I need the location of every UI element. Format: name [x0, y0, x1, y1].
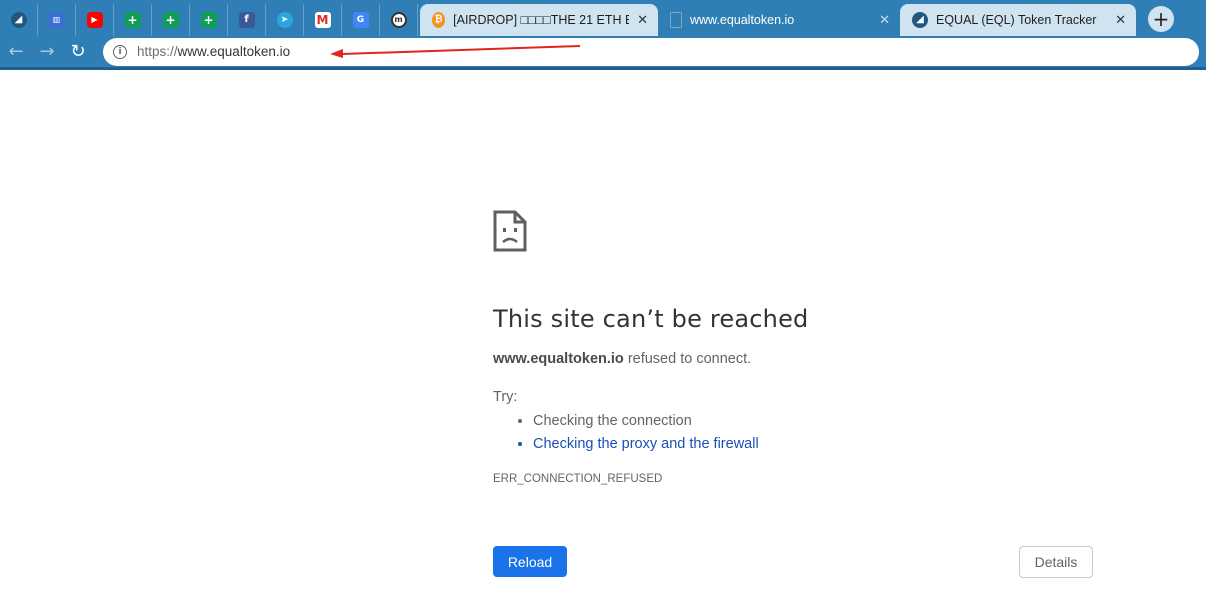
tab-title: [AIRDROP] □□□□THE 21 ETH EQUAL: [453, 13, 629, 27]
try-label: Try:: [493, 389, 518, 405]
details-button[interactable]: Details: [1019, 546, 1093, 578]
google-translate-icon: G: [352, 12, 369, 28]
pinned-tab-ethplorer[interactable]: ◢: [0, 4, 38, 36]
suggestion-list: Checking the connection Checking the pro…: [493, 413, 1093, 452]
error-code: ERR_CONNECTION_REFUSED: [493, 473, 663, 485]
pinned-tab-facebook[interactable]: f: [228, 4, 266, 36]
pinned-tab-sheets-2[interactable]: +: [152, 4, 190, 36]
close-icon[interactable]: ✕: [1115, 13, 1126, 28]
browser-toolbar: ← → ↻ i https://www.equaltoken.io: [0, 36, 1206, 70]
google-sheets-icon: +: [162, 12, 179, 28]
pinned-tab-youtube[interactable]: ▶: [76, 4, 114, 36]
url-host: www.equaltoken.io: [177, 44, 291, 59]
close-icon[interactable]: ✕: [637, 13, 648, 28]
google-sheets-icon: +: [200, 12, 217, 28]
ethplorer-icon: ◢: [10, 12, 27, 28]
address-bar[interactable]: i https://www.equaltoken.io: [103, 37, 1199, 66]
annotation-arrow: [330, 44, 581, 58]
pinned-tab-coinmarketcap[interactable]: m: [380, 4, 418, 36]
pinned-tab-app[interactable]: ▥: [38, 4, 76, 36]
youtube-icon: ▶: [86, 12, 103, 28]
tab-equaltoken[interactable]: www.equaltoken.io ✕: [658, 4, 900, 36]
telegram-icon: ➤: [276, 12, 293, 28]
tab-title: EQUAL (EQL) Token Tracker: [936, 13, 1097, 27]
close-icon[interactable]: ✕: [879, 13, 890, 28]
suggestion-proxy-link[interactable]: Checking the proxy and the firewall: [533, 436, 1093, 452]
page-icon: [670, 12, 682, 28]
forward-button[interactable]: →: [32, 37, 62, 67]
ethplorer-icon: ◢: [912, 12, 928, 28]
error-host: www.equaltoken.io: [493, 351, 624, 367]
reload-button[interactable]: Reload: [493, 546, 567, 577]
app-grid-icon: ▥: [48, 12, 65, 28]
bitcoin-icon: ₿: [432, 12, 446, 28]
tab-title: www.equaltoken.io: [690, 13, 795, 27]
url-text: https://www.equaltoken.io: [137, 44, 290, 59]
tab-strip: ◢ ▥ ▶ + + + f ➤ M G m ₿ [AIRDROP] □□□□TH…: [0, 0, 1206, 36]
tab-token-tracker[interactable]: ◢ EQUAL (EQL) Token Tracker ✕: [900, 4, 1136, 36]
coinmarketcap-icon: m: [390, 12, 407, 28]
error-summary: www.equaltoken.io refused to connect.: [493, 351, 1093, 367]
error-message: refused to connect.: [623, 351, 752, 367]
back-button[interactable]: ←: [1, 37, 31, 67]
tab-airdrop[interactable]: ₿ [AIRDROP] □□□□THE 21 ETH EQUAL ✕: [420, 4, 658, 36]
pinned-tab-sheets-3[interactable]: +: [190, 4, 228, 36]
pinned-tab-translate[interactable]: G: [342, 4, 380, 36]
pinned-tab-sheets-1[interactable]: +: [114, 4, 152, 36]
gmail-icon: M: [314, 12, 331, 28]
google-sheets-icon: +: [124, 12, 141, 28]
url-scheme: https://: [137, 44, 178, 59]
suggestion-connection: Checking the connection: [533, 413, 1093, 429]
new-tab-button[interactable]: +: [1148, 6, 1174, 32]
error-content: This site can’t be reached www.equaltoke…: [493, 210, 1093, 485]
pinned-tab-telegram[interactable]: ➤: [266, 4, 304, 36]
info-icon[interactable]: i: [113, 44, 127, 59]
facebook-icon: f: [238, 12, 255, 28]
pinned-tab-gmail[interactable]: M: [304, 4, 342, 36]
reload-page-button[interactable]: ↻: [63, 37, 93, 67]
sad-page-icon: [493, 210, 527, 252]
error-heading: This site can’t be reached: [493, 305, 809, 333]
